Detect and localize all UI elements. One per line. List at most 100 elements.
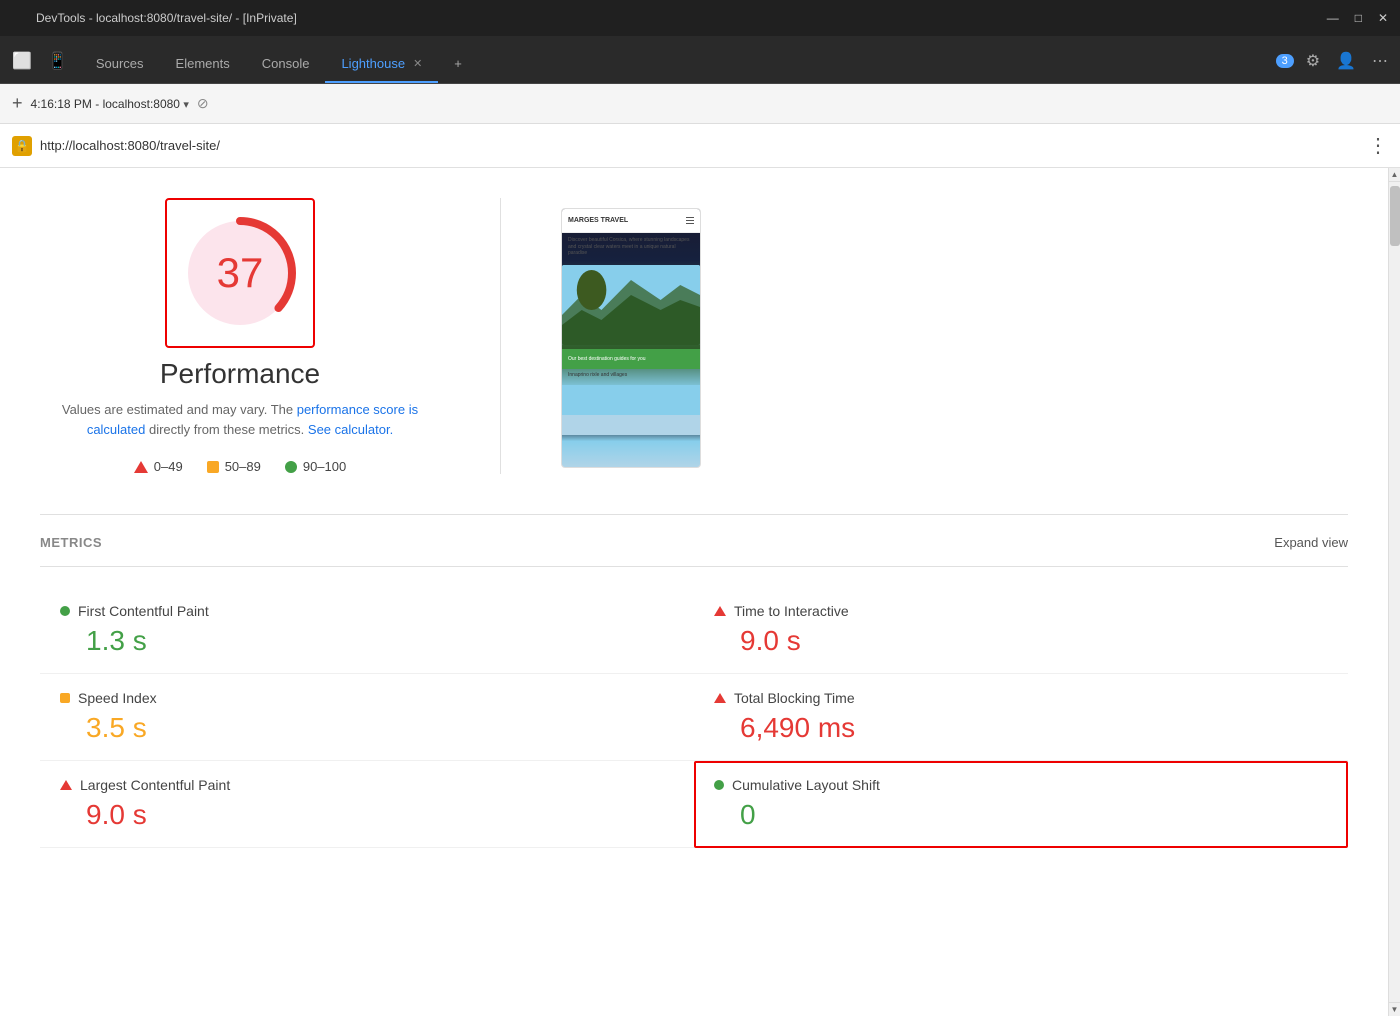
- metrics-header: METRICS Expand view: [40, 535, 1348, 550]
- url-bar: 🔒 http://localhost:8080/travel-site/ ⋮: [0, 124, 1400, 168]
- legend-green: 90–100: [285, 459, 346, 474]
- scroll-up-arrow[interactable]: ▲: [1389, 168, 1400, 182]
- restore-button[interactable]: □: [1355, 11, 1362, 25]
- metric-tti-name: Time to Interactive: [734, 603, 849, 619]
- tab-close-icon[interactable]: ✕: [413, 57, 422, 70]
- more-icon[interactable]: ⋯: [1368, 47, 1392, 75]
- tab-left-icons: ⬜ 📱: [8, 47, 80, 83]
- green-circle-icon: [285, 461, 297, 473]
- metric-tti-value: 9.0 s: [714, 625, 1328, 657]
- preview-sky-image: [562, 385, 700, 435]
- preview-description: Discover beautiful Corsica, where stunni…: [568, 237, 694, 257]
- preview-header: MARGES TRAVEL: [562, 209, 700, 233]
- tab-add[interactable]: +: [438, 46, 478, 83]
- window-title: DevTools - localhost:8080/travel-site/ -…: [36, 11, 297, 25]
- score-circle-container: 37: [165, 198, 315, 348]
- content-area: 37 Performance Values are estimated and …: [0, 168, 1388, 1016]
- metrics-divider: [40, 514, 1348, 515]
- security-icon: 🔒: [12, 136, 32, 156]
- si-indicator-icon: [60, 693, 70, 703]
- tab-bar: ⬜ 📱 Sources Elements Console Lighthouse …: [0, 36, 1400, 84]
- tti-indicator-icon: [714, 606, 726, 616]
- legend-red: 0–49: [134, 459, 183, 474]
- metric-tbt-value: 6,490 ms: [714, 712, 1328, 744]
- tab-right-icons: 3 ⚙ 👤 ⋯: [1276, 47, 1392, 83]
- performance-description: Values are estimated and may vary. The p…: [40, 400, 440, 439]
- metric-lcp-name: Largest Contentful Paint: [80, 777, 230, 793]
- fcp-indicator-icon: [60, 606, 70, 616]
- performance-title: Performance: [160, 358, 320, 390]
- metric-tti: Time to Interactive 9.0 s: [694, 587, 1348, 674]
- metric-fcp: First Contentful Paint 1.3 s: [40, 587, 694, 674]
- performance-section: 37 Performance Values are estimated and …: [40, 188, 1348, 474]
- metrics-label: METRICS: [40, 535, 102, 550]
- device-icon[interactable]: 📱: [44, 47, 72, 75]
- vertical-divider: [500, 198, 501, 474]
- score-number: 37: [217, 249, 264, 297]
- score-area: 37 Performance Values are estimated and …: [40, 198, 440, 474]
- preview-mountain-image: [562, 265, 700, 345]
- url-more-icon[interactable]: ⋮: [1368, 133, 1388, 158]
- metric-si-value: 3.5 s: [60, 712, 674, 744]
- tab-lighthouse[interactable]: Lighthouse ✕: [325, 46, 438, 83]
- minimize-button[interactable]: —: [1327, 11, 1339, 25]
- addr-dropdown-icon[interactable]: ▾: [183, 99, 189, 111]
- metric-si: Speed Index 3.5 s: [40, 674, 694, 761]
- preview-green-text: Our best destination guides for you: [568, 356, 646, 362]
- url-text[interactable]: http://localhost:8080/travel-site/: [40, 138, 1360, 153]
- close-button[interactable]: ✕: [1378, 11, 1388, 25]
- preview-caption: Innaprino rixle and villages: [562, 369, 700, 382]
- scroll-down-arrow[interactable]: ▼: [1389, 1002, 1400, 1016]
- score-circle: 37: [180, 213, 300, 333]
- metric-si-header: Speed Index: [60, 690, 674, 706]
- lcp-indicator-icon: [60, 780, 72, 790]
- scrollbar-track[interactable]: ▲ ▼: [1388, 168, 1400, 1016]
- window-controls[interactable]: — □ ✕: [1327, 11, 1388, 25]
- address-bar: + 4:16:18 PM - localhost:8080 ▾ ⊘: [0, 84, 1400, 124]
- metrics-grid: First Contentful Paint 1.3 s Time to Int…: [40, 587, 1348, 848]
- metric-cls-header: Cumulative Layout Shift: [714, 777, 1328, 793]
- addr-dash: -: [95, 97, 102, 111]
- main-content: 37 Performance Values are estimated and …: [0, 168, 1400, 1016]
- preview-green-section: Our best destination guides for you: [562, 349, 700, 369]
- metric-tbt-header: Total Blocking Time: [714, 690, 1328, 706]
- site-preview-image: MARGES TRAVEL Discover beautiful Corsica…: [561, 208, 701, 468]
- legend-orange: 50–89: [207, 459, 261, 474]
- metric-lcp-header: Largest Contentful Paint: [60, 777, 674, 793]
- settings-icon[interactable]: ⚙: [1302, 47, 1324, 75]
- tbt-indicator-icon: [714, 693, 726, 703]
- red-triangle-icon: [134, 461, 148, 473]
- orange-square-icon: [207, 461, 219, 473]
- site-preview: MARGES TRAVEL Discover beautiful Corsica…: [561, 208, 701, 468]
- metric-fcp-header: First Contentful Paint: [60, 603, 674, 619]
- metric-tti-header: Time to Interactive: [714, 603, 1328, 619]
- metric-tbt: Total Blocking Time 6,490 ms: [694, 674, 1348, 761]
- metric-fcp-name: First Contentful Paint: [78, 603, 209, 619]
- metric-cls-value: 0: [714, 799, 1328, 831]
- title-bar: DevTools - localhost:8080/travel-site/ -…: [0, 0, 1400, 36]
- tab-sources[interactable]: Sources: [80, 46, 160, 83]
- expand-view-button[interactable]: Expand view: [1274, 535, 1348, 550]
- preview-body: Discover beautiful Corsica, where stunni…: [562, 233, 700, 261]
- tab-console[interactable]: Console: [246, 46, 326, 83]
- preview-site-title: MARGES TRAVEL: [568, 217, 628, 224]
- notification-badge: 3: [1276, 54, 1294, 68]
- preview-hamburger-icon: [686, 217, 694, 224]
- metric-cls-name: Cumulative Layout Shift: [732, 777, 880, 793]
- new-tab-icon[interactable]: +: [12, 93, 23, 114]
- metric-lcp: Largest Contentful Paint 9.0 s: [40, 761, 694, 848]
- metric-tbt-name: Total Blocking Time: [734, 690, 855, 706]
- tab-elements[interactable]: Elements: [160, 46, 246, 83]
- inspect-icon[interactable]: ⬜: [8, 47, 36, 75]
- profile-icon[interactable]: 👤: [1332, 47, 1360, 75]
- metric-cls: Cumulative Layout Shift 0: [694, 761, 1348, 848]
- stop-icon[interactable]: ⊘: [197, 95, 209, 112]
- time-display: 4:16:18 PM - localhost:8080 ▾: [31, 97, 189, 111]
- metric-si-name: Speed Index: [78, 690, 157, 706]
- metric-lcp-value: 9.0 s: [60, 799, 674, 831]
- legend: 0–49 50–89 90–100: [134, 459, 346, 474]
- scrollbar-thumb[interactable]: [1390, 186, 1400, 246]
- metric-fcp-value: 1.3 s: [60, 625, 674, 657]
- calculator-link[interactable]: See calculator.: [308, 422, 393, 437]
- devtools-panel: ⬜ 📱 Sources Elements Console Lighthouse …: [0, 36, 1400, 1016]
